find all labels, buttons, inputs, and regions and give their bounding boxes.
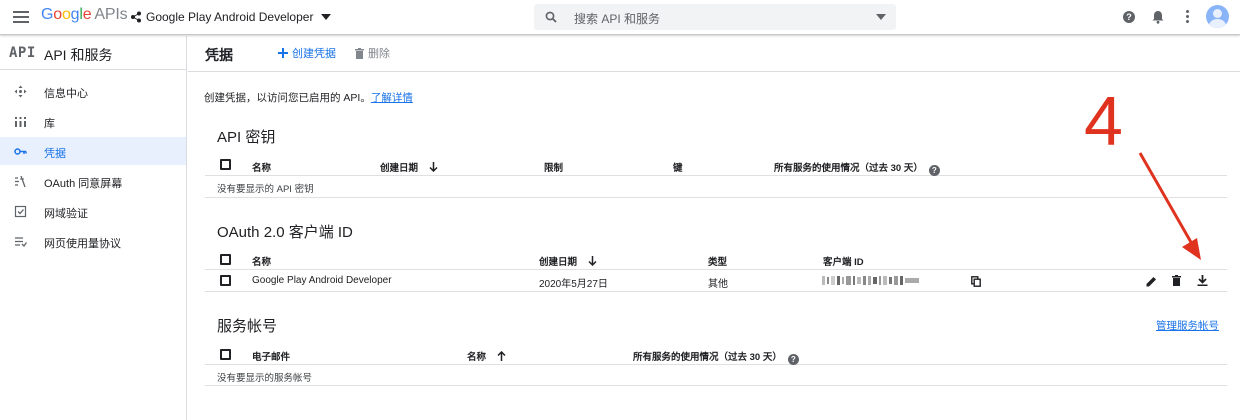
arrow-up-icon <box>497 350 506 361</box>
arrow-down-icon <box>429 162 438 173</box>
trash-icon[interactable] <box>1172 275 1181 286</box>
column-usage[interactable]: 所有服务的使用情况（过去 30 天）? <box>774 160 940 176</box>
sidebar: API API 和服务 信息中心 库 凭据 OAuth 同意屏幕 网域验证 网页… <box>0 36 187 420</box>
sidebar-item-library[interactable]: 库 <box>0 107 186 135</box>
delete-button[interactable]: 删除 <box>355 45 390 61</box>
top-app-bar: Google APIs Google Play Android Developer… <box>0 0 1240 35</box>
column-client-id[interactable]: 客户端 ID <box>823 254 864 268</box>
learn-more-link[interactable]: 了解详情 <box>371 92 413 104</box>
table-row[interactable]: Google Play Android Developer 2020年5月27日… <box>205 270 1227 292</box>
sidebar-header: API API 和服务 <box>0 36 187 70</box>
oauth-section-title: OAuth 2.0 客户端 ID <box>217 224 353 241</box>
delete-label: 删除 <box>368 48 390 60</box>
sidebar-item-credentials[interactable]: 凭据 <box>0 137 186 165</box>
sidebar-item-label: 网域验证 <box>44 208 88 220</box>
help-icon[interactable]: ? <box>1123 11 1135 23</box>
more-options-icon[interactable] <box>1186 10 1189 25</box>
project-name: Google Play Android Developer <box>146 10 314 24</box>
column-created-date[interactable]: 创建日期 <box>380 160 438 174</box>
sidebar-item-label: 库 <box>44 118 55 130</box>
column-restrictions[interactable]: 限制 <box>544 160 563 174</box>
chevron-down-icon <box>321 14 332 20</box>
client-type: 其他 <box>708 279 728 290</box>
google-apis-logo[interactable]: Google APIs <box>41 6 128 24</box>
domain-check-icon <box>14 205 27 218</box>
menu-icon[interactable] <box>13 11 29 23</box>
column-name[interactable]: 名称 <box>252 254 271 268</box>
column-type[interactable]: 类型 <box>708 254 727 268</box>
client-created-date: 2020年5月27日 <box>539 279 608 290</box>
sidebar-item-label: 凭据 <box>44 148 66 160</box>
select-all-checkbox[interactable] <box>220 159 231 170</box>
copy-icon[interactable] <box>971 276 981 287</box>
empty-message: 没有要显示的服务帐号 <box>217 373 313 384</box>
project-selector[interactable]: Google Play Android Developer <box>130 10 332 24</box>
edit-icon[interactable] <box>1146 276 1157 287</box>
client-id-redacted <box>822 276 919 285</box>
client-name-link[interactable]: Google Play Android Developer <box>252 275 392 286</box>
search-dropdown-icon[interactable] <box>876 14 886 20</box>
api-keys-section-title: API 密钥 <box>217 129 276 146</box>
sidebar-item-usage-agreements[interactable]: 网页使用量协议 <box>0 227 186 255</box>
sidebar-item-label: OAuth 同意屏幕 <box>44 178 123 190</box>
agreement-icon <box>15 237 27 248</box>
sidebar-item-oauth-consent[interactable]: OAuth 同意屏幕 <box>0 167 186 195</box>
sidebar-item-label: 网页使用量协议 <box>44 238 121 250</box>
empty-message: 没有要显示的 API 密钥 <box>217 184 314 195</box>
api-badge: API <box>9 45 36 61</box>
search-bar[interactable]: 搜索 API 和服务 <box>534 4 896 30</box>
select-all-checkbox[interactable] <box>220 254 231 265</box>
column-created-date-label: 创建日期 <box>380 163 419 174</box>
download-icon[interactable] <box>1197 275 1208 286</box>
column-name-label: 名称 <box>467 352 487 363</box>
create-credentials-label: 创建凭据 <box>292 48 336 60</box>
service-accounts-section-title: 服务帐号 <box>217 318 278 335</box>
intro-description: 创建凭据，以访问您已启用的 API。 <box>204 92 371 104</box>
help-icon[interactable]: ? <box>928 165 940 176</box>
column-usage-label: 所有服务的使用情况（过去 30 天） <box>633 352 782 363</box>
avatar[interactable] <box>1206 5 1229 28</box>
column-email[interactable]: 电子邮件 <box>252 349 290 363</box>
trash-icon <box>355 47 364 59</box>
intro-text: 创建凭据，以访问您已启用的 API。了解详情 <box>204 90 413 105</box>
search-input[interactable]: 搜索 API 和服务 <box>574 10 660 27</box>
table-header-row: 名称 创建日期 限制 键 所有服务的使用情况（过去 30 天）? <box>205 152 1227 176</box>
search-icon <box>545 11 557 23</box>
page-header: 凭据 创建凭据 删除 <box>188 36 1240 72</box>
column-name[interactable]: 名称 <box>467 349 506 363</box>
library-icon <box>15 117 26 127</box>
logo-google-text: Google <box>41 6 92 23</box>
annotation-step-number: 4 <box>1084 82 1123 160</box>
project-icon <box>131 11 141 23</box>
page-title: 凭据 <box>205 47 233 63</box>
table-empty-row: 没有要显示的服务帐号 <box>205 365 1227 386</box>
table-header-row: 名称 创建日期 类型 客户端 ID <box>205 248 1227 270</box>
row-checkbox[interactable] <box>220 275 231 286</box>
consent-icon <box>15 175 26 188</box>
table-header-row: 电子邮件 名称 所有服务的使用情况（过去 30 天）? <box>205 343 1227 365</box>
logo-apis-text: APIs <box>94 6 128 23</box>
column-created-date[interactable]: 创建日期 <box>539 254 597 268</box>
column-usage[interactable]: 所有服务的使用情况（过去 30 天）? <box>633 349 799 365</box>
select-all-checkbox[interactable] <box>220 349 231 360</box>
arrow-down-icon <box>588 256 597 267</box>
table-empty-row: 没有要显示的 API 密钥 <box>205 176 1227 198</box>
key-icon <box>14 148 27 155</box>
column-usage-label: 所有服务的使用情况（过去 30 天） <box>774 163 923 174</box>
notifications-icon[interactable] <box>1152 10 1164 24</box>
dashboard-icon <box>14 85 27 98</box>
help-icon[interactable]: ? <box>787 354 799 365</box>
add-icon <box>278 48 288 58</box>
create-credentials-button[interactable]: 创建凭据 <box>278 45 336 61</box>
sidebar-title: API 和服务 <box>44 47 113 63</box>
sidebar-item-dashboard[interactable]: 信息中心 <box>0 77 186 105</box>
sidebar-item-label: 信息中心 <box>44 88 88 100</box>
column-name[interactable]: 名称 <box>252 160 271 174</box>
sidebar-item-domain-verification[interactable]: 网域验证 <box>0 197 186 225</box>
column-key[interactable]: 键 <box>673 160 683 174</box>
annotation-arrow <box>1138 152 1201 260</box>
column-created-date-label: 创建日期 <box>539 257 578 268</box>
manage-service-accounts-link[interactable]: 管理服务帐号 <box>1156 318 1219 333</box>
